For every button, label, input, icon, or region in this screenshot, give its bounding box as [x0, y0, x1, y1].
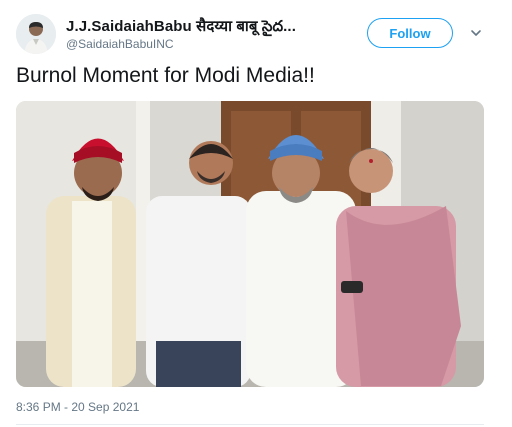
- author-name[interactable]: J.J.SaidaiahBabu सैदय्या बाबू సైద...: [66, 16, 296, 39]
- tweet-photo[interactable]: [16, 101, 484, 387]
- tweet-text: Burnol Moment for Modi Media!!: [16, 64, 315, 87]
- follow-button[interactable]: Follow: [367, 18, 453, 48]
- tweet-timestamp[interactable]: 8:36 PM - 20 Sep 2021: [16, 400, 139, 414]
- avatar-image: [16, 14, 56, 54]
- group-photo-image: [16, 101, 484, 387]
- author-handle[interactable]: @SaidaiahBabuINC: [66, 37, 174, 51]
- tweet-card: J.J.SaidaiahBabu सैदय्या बाबू సైద... @Sa…: [0, 0, 512, 427]
- chevron-down-icon[interactable]: [470, 27, 482, 39]
- divider: [16, 424, 484, 425]
- author-avatar[interactable]: [16, 14, 56, 54]
